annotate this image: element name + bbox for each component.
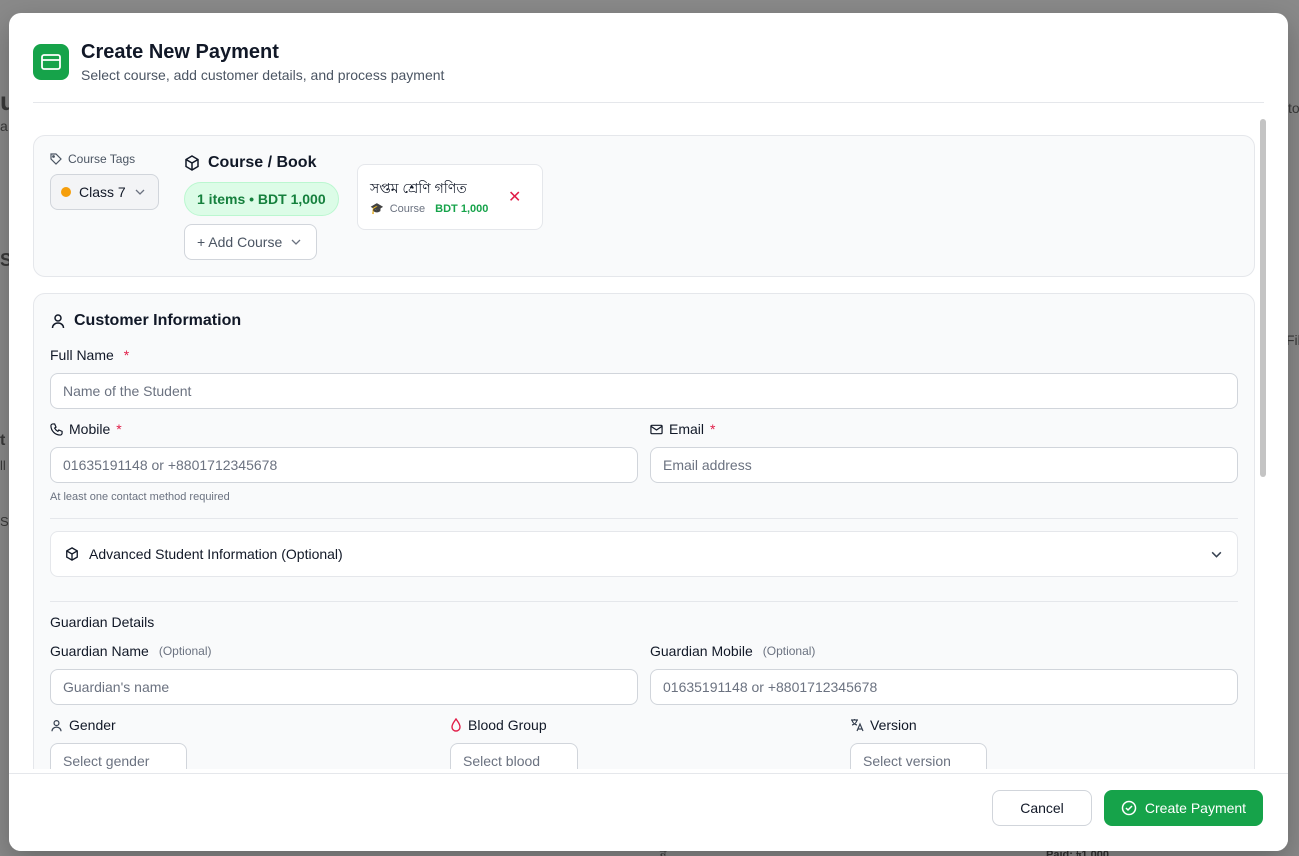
items-count-badge: 1 items • BDT 1,000	[184, 182, 339, 216]
create-payment-label: Create Payment	[1144, 800, 1247, 816]
bg-fragment: to	[1288, 100, 1299, 116]
required-mark: *	[710, 421, 716, 437]
gender-select[interactable]: Select gender	[50, 743, 187, 769]
guardian-mobile-label: Guardian Mobile (Optional)	[650, 643, 815, 659]
course-tags-label: Course Tags	[50, 152, 135, 166]
required-mark: *	[116, 421, 122, 437]
required-mark: *	[123, 347, 130, 363]
email-input[interactable]: Email address	[650, 447, 1238, 483]
chevron-down-icon	[135, 189, 145, 195]
course-item-name: সপ্তম শ্রেণি গণিত	[370, 180, 467, 196]
customer-info-heading: Customer Information	[50, 312, 241, 330]
gender-text: Gender	[69, 717, 116, 733]
phone-icon	[50, 422, 63, 436]
course-book-heading: Course / Book	[184, 154, 316, 172]
blood-group-label: Blood Group	[450, 717, 547, 733]
credit-card-icon	[33, 44, 69, 80]
bg-fragment: t	[0, 432, 6, 449]
course-tag-select[interactable]: Class 7	[50, 174, 159, 210]
mobile-text: Mobile	[69, 421, 111, 437]
modal-footer: Cancel Create Payment	[9, 773, 1288, 851]
version-select[interactable]: Select version	[850, 743, 987, 769]
user-icon	[51, 314, 65, 329]
create-payment-button[interactable]: Create Payment	[1104, 790, 1263, 826]
mail-icon	[650, 424, 663, 434]
email-label: Email *	[650, 421, 715, 437]
bg-fragment: S	[0, 514, 9, 529]
gender-label: Gender	[50, 717, 116, 733]
scrollbar-thumb[interactable]	[1260, 119, 1266, 477]
add-course-label: + Add Course	[197, 234, 283, 250]
customer-card: Customer Information Full Name * Name of…	[33, 293, 1255, 769]
full-name-label: Full Name *	[50, 347, 129, 363]
course-item-type: Course	[389, 202, 426, 215]
optional-tag: (Optional)	[158, 644, 212, 658]
email-text: Email	[669, 421, 705, 437]
version-label: Version	[850, 717, 917, 733]
blood-group-text: Blood Group	[468, 717, 547, 733]
translate-icon	[851, 719, 864, 732]
advanced-info-label: Advanced Student Information (Optional)	[89, 546, 343, 562]
modal-title: Create New Payment	[81, 41, 279, 63]
cancel-button[interactable]: Cancel	[992, 790, 1092, 826]
course-card: Course Tags Class 7 Course / Book 1 item…	[33, 135, 1255, 277]
scrollbar[interactable]	[1259, 119, 1267, 769]
bg-fragment: ll	[0, 458, 6, 473]
guardian-mobile-text: Guardian Mobile	[650, 643, 753, 659]
optional-tag: (Optional)	[762, 644, 816, 658]
mobile-input[interactable]: 01635191148 or +8801712345678	[50, 447, 638, 483]
mobile-label: Mobile *	[50, 421, 122, 437]
course-item-meta: 🎓 Course BDT 1,000	[370, 202, 489, 216]
blood-group-select[interactable]: Select blood	[450, 743, 578, 769]
chevron-down-icon	[291, 239, 301, 245]
customer-info-title: Customer Information	[74, 312, 242, 329]
add-course-select[interactable]: + Add Course	[184, 224, 317, 260]
box-icon	[66, 547, 78, 561]
modal-header: Create New Payment Select course, add cu…	[33, 41, 1264, 103]
guardian-name-label: Guardian Name (Optional)	[50, 643, 212, 659]
course-tags-text: Course Tags	[68, 152, 136, 166]
chevron-down-icon	[1211, 551, 1222, 558]
box-icon	[185, 155, 199, 171]
divider	[50, 518, 1238, 519]
contact-hint: At least one contact method required	[50, 491, 230, 503]
modal-subtitle: Select course, add customer details, and…	[81, 67, 445, 83]
guardian-mobile-input[interactable]: 01635191148 or +8801712345678	[650, 669, 1238, 705]
advanced-info-accordion[interactable]: Advanced Student Information (Optional)	[50, 531, 1238, 577]
tag-icon	[50, 153, 62, 165]
modal-body[interactable]: Course Tags Class 7 Course / Book 1 item…	[33, 119, 1255, 769]
create-payment-modal: Create New Payment Select course, add cu…	[9, 13, 1288, 851]
tag-color-dot	[61, 187, 71, 197]
course-book-title: Course / Book	[208, 154, 317, 171]
check-circle-icon	[1121, 800, 1137, 816]
user-icon	[51, 719, 62, 731]
droplet-icon	[451, 718, 461, 732]
version-text: Version	[870, 717, 917, 733]
course-item-price: BDT 1,000	[435, 202, 489, 215]
bg-fragment: a	[0, 118, 8, 134]
tag-value: Class 7	[79, 184, 126, 200]
guardian-name-input[interactable]: Guardian's name	[50, 669, 638, 705]
selected-course-item: সপ্তম শ্রেণি গণিত 🎓 Course BDT 1,000 ✕	[357, 164, 543, 230]
divider	[50, 601, 1238, 602]
full-name-input[interactable]: Name of the Student	[50, 373, 1238, 409]
remove-course-icon[interactable]: ✕	[508, 187, 521, 207]
guardian-name-text: Guardian Name	[50, 643, 149, 659]
full-name-text: Full Name	[50, 347, 114, 363]
guardian-details-heading: Guardian Details	[50, 614, 155, 630]
graduation-cap-icon: 🎓	[370, 203, 384, 215]
